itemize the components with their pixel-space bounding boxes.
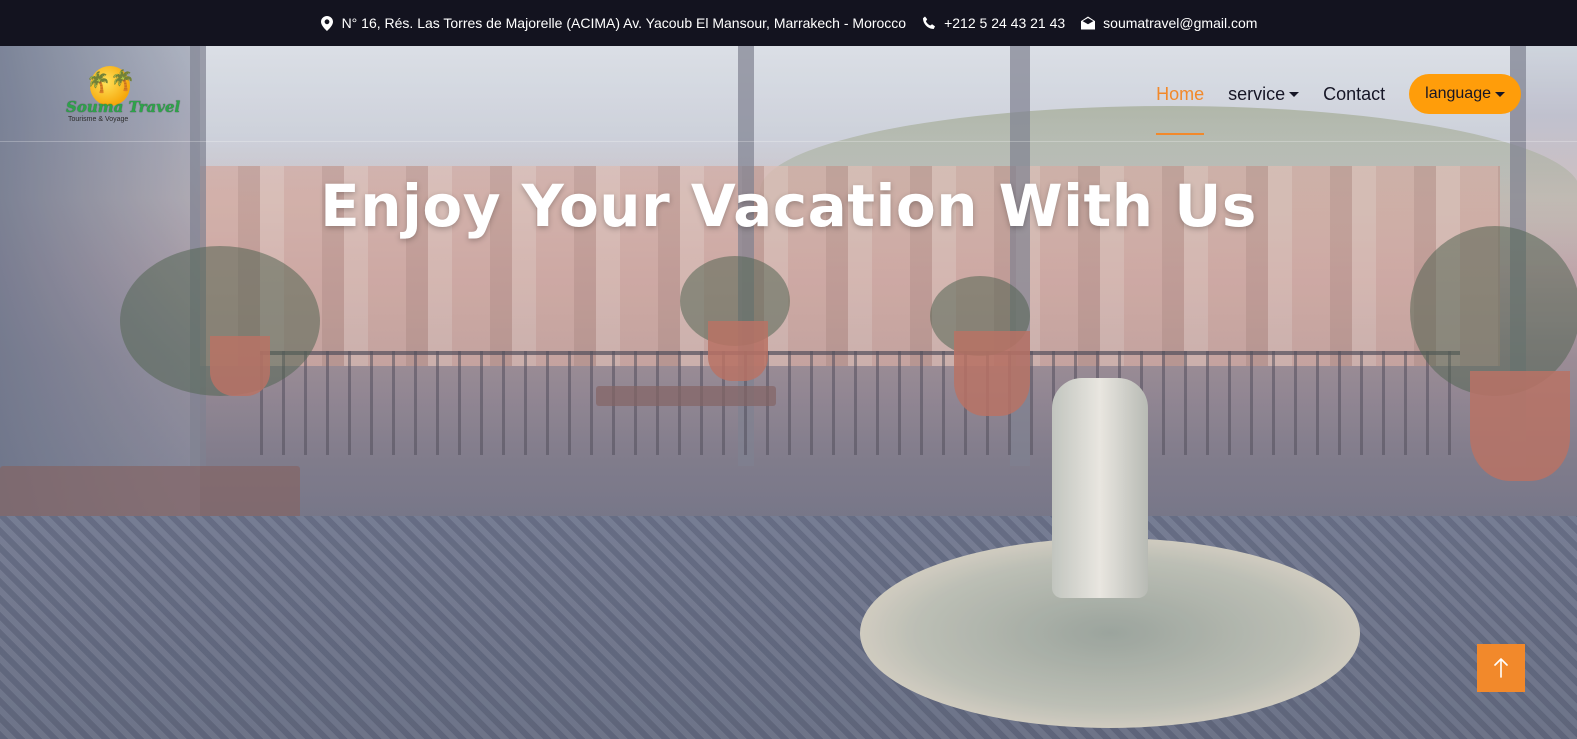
palm-tree-icon: 🌴 xyxy=(110,70,135,92)
caret-down-icon xyxy=(1495,91,1505,97)
email-item[interactable]: soumatravel@gmail.com xyxy=(1081,15,1257,31)
language-label: language xyxy=(1425,85,1491,102)
hero-headline: Enjoy Your Vacation With Us xyxy=(320,172,1257,240)
phone-item[interactable]: +212 5 24 43 21 43 xyxy=(922,15,1065,31)
email-text: soumatravel@gmail.com xyxy=(1103,15,1258,31)
logo-brand-text: Souma Travel xyxy=(66,98,181,116)
nav-menu: Home service Contact language xyxy=(1156,74,1521,135)
nav-link-service-label: service xyxy=(1228,83,1286,104)
scroll-to-top-button[interactable] xyxy=(1477,644,1525,692)
map-pin-icon xyxy=(320,15,334,31)
nav-link-home[interactable]: Home xyxy=(1156,84,1205,135)
address-text: N° 16, Rés. Las Torres de Majorelle (ACI… xyxy=(341,15,907,31)
hero-background-image xyxy=(0,46,1577,739)
page: N° 16, Rés. Las Torres de Majorelle (ACI… xyxy=(0,0,1577,739)
caret-down-icon xyxy=(1289,92,1300,98)
site-logo[interactable]: 🌴 🌴 Souma Travel Tourisme & Voyage xyxy=(62,66,180,128)
nav-link-contact[interactable]: Contact xyxy=(1323,84,1385,105)
phone-text: +212 5 24 43 21 43 xyxy=(944,15,1066,31)
address-item: N° 16, Rés. Las Torres de Majorelle (ACI… xyxy=(320,15,907,31)
logo-tagline: Tourisme & Voyage xyxy=(68,116,129,123)
envelope-open-icon xyxy=(1081,16,1096,30)
language-dropdown-button[interactable]: language xyxy=(1409,74,1521,114)
palm-tree-icon: 🌴 xyxy=(86,72,111,94)
arrow-up-icon xyxy=(1494,658,1508,678)
nav-link-service[interactable]: service xyxy=(1228,83,1300,105)
main-navbar: 🌴 🌴 Souma Travel Tourisme & Voyage Home … xyxy=(0,46,1577,142)
top-info-bar: N° 16, Rés. Las Torres de Majorelle (ACI… xyxy=(0,0,1577,46)
phone-icon xyxy=(922,16,936,30)
